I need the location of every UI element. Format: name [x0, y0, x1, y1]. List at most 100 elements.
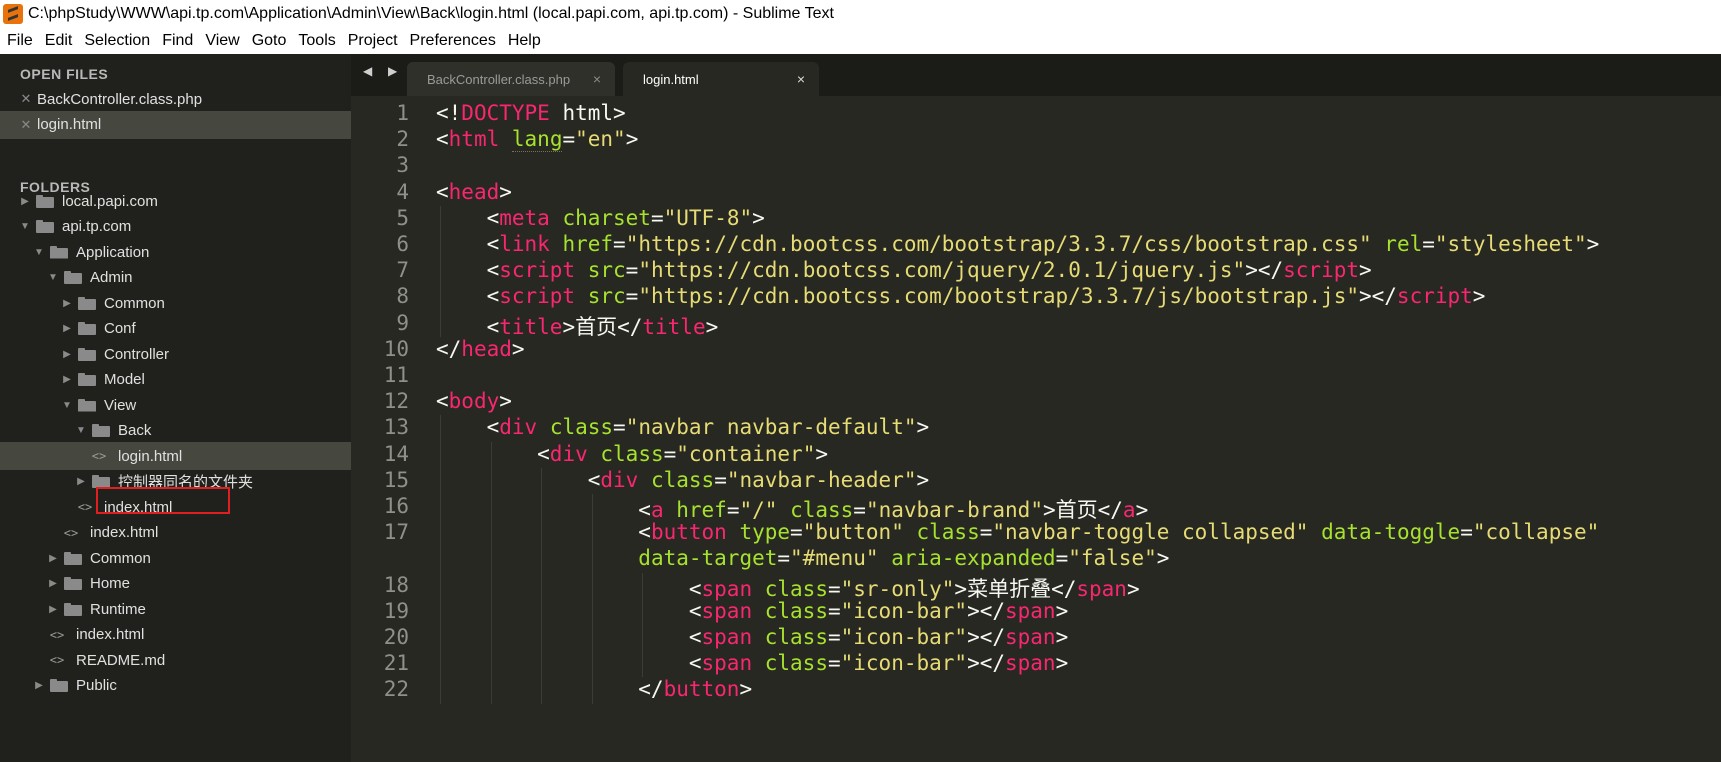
code-line[interactable]: <span class="icon-bar"></span>: [436, 651, 1068, 675]
code-token: rel: [1384, 232, 1423, 256]
code-token: >: [916, 467, 930, 492]
file-item[interactable]: <> index.html: [0, 493, 351, 521]
folder-item[interactable]: ▶ Common: [0, 544, 351, 572]
chevron-right-icon[interactable]: ▶: [60, 374, 74, 385]
folder-item[interactable]: ▼ Admin: [0, 264, 351, 292]
tab-nav-arrows-icon[interactable]: ◀ ▶: [363, 64, 403, 78]
code-line[interactable]: <script src="https://cdn.bootcss.com/boo…: [436, 284, 1486, 308]
menu-find[interactable]: Find: [156, 32, 199, 50]
code-token: ></: [967, 598, 1005, 623]
folder-item[interactable]: ▶ Runtime: [0, 595, 351, 623]
chevron-right-icon[interactable]: ▶: [46, 553, 60, 564]
code-line[interactable]: </head>: [436, 337, 525, 361]
code-token: html>: [549, 101, 626, 125]
line-number: 11: [383, 363, 409, 387]
menu-help[interactable]: Help: [502, 32, 547, 50]
folder-item[interactable]: ▶ Conf: [0, 315, 351, 343]
tree-item-label: Admin: [90, 269, 133, 286]
folder-item[interactable]: ▼ Back: [0, 417, 351, 445]
menu-tools[interactable]: Tools: [292, 32, 341, 50]
folder-item[interactable]: ▶ Public: [0, 672, 351, 700]
tab-backcontroller[interactable]: BackController.class.php ×: [407, 62, 615, 96]
file-item[interactable]: <> index.html: [0, 621, 351, 649]
code-line[interactable]: <div class="navbar-header">: [436, 468, 929, 492]
folder-item[interactable]: ▶ 控制器同名的文件夹: [0, 468, 351, 496]
menu-goto[interactable]: Goto: [246, 32, 293, 50]
code-line[interactable]: <div class="container">: [436, 442, 828, 466]
tab-close-icon[interactable]: ×: [593, 71, 601, 87]
code-line[interactable]: <body>: [436, 389, 512, 413]
chevron-down-icon[interactable]: ▼: [60, 400, 74, 411]
chevron-down-icon[interactable]: ▼: [74, 425, 88, 436]
code-token: <: [436, 232, 500, 256]
folder-item[interactable]: ▶ local.papi.com: [0, 187, 351, 215]
folder-item[interactable]: ▶ Home: [0, 570, 351, 598]
code-line[interactable]: <span class="icon-bar"></span>: [436, 599, 1068, 623]
folder-item[interactable]: ▶ Model: [0, 366, 351, 394]
open-file-item[interactable]: ✕ login.html: [0, 110, 351, 139]
menu-edit[interactable]: Edit: [39, 32, 79, 50]
folder-item[interactable]: ▼ View: [0, 391, 351, 419]
menu-project[interactable]: Project: [342, 32, 404, 50]
code-file-icon: <>: [63, 525, 79, 540]
code-line[interactable]: <button type="button" class="navbar-togg…: [436, 520, 1599, 544]
file-item[interactable]: <> README.md: [0, 646, 351, 674]
chevron-right-icon[interactable]: ▶: [74, 476, 88, 487]
line-number: 8: [396, 284, 409, 309]
code-line[interactable]: <span class="icon-bar"></span>: [436, 625, 1068, 649]
code-line[interactable]: data-target="#menu" aria-expanded="false…: [436, 546, 1169, 570]
file-item[interactable]: <> login.html: [0, 442, 351, 470]
tree-item-label: login.html: [118, 447, 183, 465]
code-token: title: [499, 314, 563, 339]
code-token: "icon-bar": [840, 598, 968, 623]
code-line[interactable]: <script src="https://cdn.bootcss.com/jqu…: [436, 258, 1372, 282]
code-token: <: [436, 467, 601, 492]
file-item[interactable]: <> index.html: [0, 519, 351, 547]
open-file-item[interactable]: ✕ BackController.class.php: [0, 85, 351, 113]
indent-guide: [440, 415, 441, 704]
code-line[interactable]: <link href="https://cdn.bootcss.com/boot…: [436, 232, 1600, 256]
code-token: >首页</: [562, 314, 643, 339]
menu-file[interactable]: File: [0, 32, 39, 50]
code-token: title: [642, 314, 706, 339]
code-line[interactable]: <!DOCTYPE html>: [436, 101, 626, 125]
code-token: =: [1460, 520, 1473, 545]
line-number: 5: [396, 205, 409, 230]
menu-preferences[interactable]: Preferences: [404, 32, 502, 50]
code-token: <: [436, 205, 500, 230]
chevron-right-icon[interactable]: ▶: [46, 578, 60, 589]
code-line[interactable]: <meta charset="UTF-8">: [436, 206, 765, 230]
code-token: =: [979, 520, 993, 545]
code-line[interactable]: <div class="navbar navbar-default">: [436, 415, 930, 439]
chevron-down-icon[interactable]: ▼: [32, 247, 46, 258]
chevron-right-icon[interactable]: ▶: [46, 604, 60, 615]
line-number: 2: [396, 127, 409, 152]
menu-view[interactable]: View: [199, 32, 245, 50]
close-icon[interactable]: ✕: [18, 117, 34, 133]
code-editor[interactable]: 1 2 3 4 5 6 7 8 9 10 11 12 13 14 15 16 17 18 19 20 21 22 <!DO…: [351, 96, 1721, 762]
code-token: <: [436, 576, 702, 601]
folder-item[interactable]: ▶ Controller: [0, 340, 351, 368]
code-line[interactable]: </button>: [436, 677, 752, 701]
close-icon[interactable]: ✕: [18, 91, 34, 107]
chevron-right-icon[interactable]: ▶: [18, 196, 32, 207]
tab-login-html[interactable]: login.html ×: [623, 62, 819, 96]
folder-item[interactable]: ▼ api.tp.com: [0, 213, 351, 241]
chevron-down-icon[interactable]: ▼: [46, 272, 60, 283]
folder-item[interactable]: ▶ Common: [0, 289, 351, 317]
tree-item-label: Controller: [104, 345, 170, 363]
code-line[interactable]: <html lang="en">: [436, 127, 638, 153]
code-token: html: [448, 127, 500, 152]
chevron-down-icon[interactable]: ▼: [18, 221, 32, 232]
chevron-right-icon[interactable]: ▶: [32, 680, 46, 691]
chevron-right-icon[interactable]: ▶: [60, 349, 74, 360]
tab-close-icon[interactable]: ×: [797, 71, 805, 87]
chevron-right-icon[interactable]: ▶: [60, 323, 74, 334]
code-line[interactable]: <head>: [436, 180, 512, 204]
chevron-right-icon[interactable]: ▶: [60, 298, 74, 309]
code-token: DOCTYPE: [461, 101, 550, 125]
menu-selection[interactable]: Selection: [78, 32, 156, 50]
folder-item[interactable]: ▼ Application: [0, 238, 351, 266]
